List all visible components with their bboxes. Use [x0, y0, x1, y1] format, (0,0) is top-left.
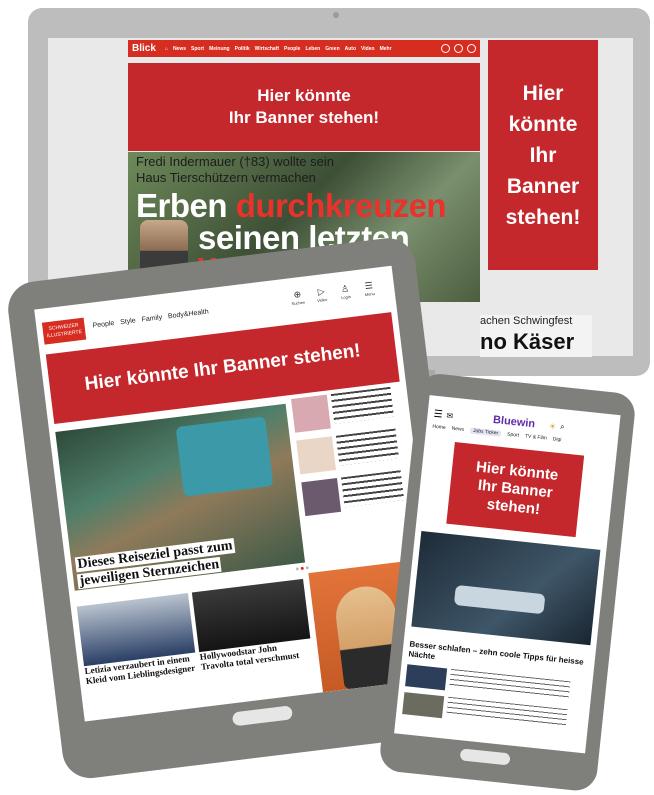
search-icon[interactable]: ⌕ [560, 422, 565, 432]
bed-shape [453, 584, 546, 615]
thumbnail [405, 664, 448, 691]
banner-text: Ihr [529, 143, 557, 167]
thumbnail [301, 477, 342, 517]
tablet-screen: SCHWEIZER ILLUSTRIERTE People Style Fami… [34, 265, 443, 722]
teaser-text [340, 470, 405, 508]
tab-sport[interactable]: Sport [507, 431, 520, 438]
video-icon[interactable]: ▷ Video [313, 286, 331, 304]
nav-item[interactable]: Green [325, 46, 339, 52]
tab-digi[interactable]: Digi [552, 436, 561, 443]
banner-placeholder-top[interactable]: Hier könnte Ihr Banner stehen! [128, 63, 480, 151]
webcam [333, 12, 339, 18]
list-item[interactable] [301, 469, 416, 517]
nav-item[interactable]: Meinung [209, 46, 230, 52]
schweizer-illustrierte-logo[interactable]: SCHWEIZER ILLUSTRIERTE [41, 317, 87, 345]
banner-text: Ihr Banner stehen! [228, 108, 380, 127]
menu-icon[interactable]: ☰ Menu [360, 280, 378, 298]
tablet-bottom-card[interactable]: Hollywoodstar John Travolta total versch… [191, 578, 313, 672]
nav-item[interactable]: Auto [345, 46, 356, 52]
tablet-hero-title: Dieses Reiseziel passt zum jeweiligen St… [74, 537, 238, 590]
thumbnail [291, 394, 331, 433]
phone-screen: ☰ ✉ Bluewin ☀ ⌕ Home News Jobs Ticker Sp… [394, 395, 621, 754]
menu-icon[interactable]: ☰ [433, 408, 443, 420]
thumbnail [402, 692, 445, 719]
tablet-hero-article[interactable]: Dieses Reiseziel passt zum jeweiligen St… [55, 403, 306, 591]
menu-icon[interactable] [467, 44, 476, 53]
nav-item[interactable]: People [284, 46, 300, 52]
hero-subtitle: Fredi Indermauer (†83) wollte sein Haus … [136, 154, 334, 186]
login-icon[interactable]: ♙ Login [336, 283, 354, 301]
bluewin-logo[interactable]: Bluewin [492, 414, 535, 430]
tab-family[interactable]: Family [141, 314, 162, 323]
tab-home[interactable]: Home [432, 424, 446, 431]
nav-item[interactable]: Sport [191, 46, 204, 52]
nav-item[interactable]: Mehr [380, 46, 392, 52]
teaser-headline: no Käser [480, 329, 575, 354]
home-icon[interactable]: ⌂ [165, 46, 168, 52]
tablet-home-button[interactable] [231, 705, 294, 727]
thumbnail [296, 436, 337, 475]
mail-icon[interactable]: ✉ [446, 411, 454, 421]
blick-logo[interactable]: Blick [132, 43, 156, 54]
tab-style[interactable]: Style [120, 317, 136, 326]
phone-hero-photo[interactable] [411, 531, 601, 646]
tablet-side-teasers [291, 385, 418, 524]
nav-item[interactable]: Politik [235, 46, 250, 52]
banner-placeholder-skyscraper[interactable]: Hier könnte Ihr Banner stehen! [488, 40, 598, 270]
list-item[interactable] [296, 427, 411, 475]
tablet-bottom-card[interactable]: Letizia verzaubert in einem Kleid vom Li… [76, 593, 198, 686]
teaser-article[interactable]: achen Schwingfest no Käser [480, 315, 592, 357]
banner-text: Banner [506, 174, 580, 198]
nav-item[interactable]: Leben [305, 46, 320, 52]
tab-people[interactable]: People [92, 320, 114, 330]
banner-placeholder-phone[interactable]: Hier könnte Ihr Banner stehen! [446, 442, 585, 538]
nav-item[interactable]: Wirtschaft [255, 46, 279, 52]
search-icon[interactable]: ⊕ Suchen [289, 289, 307, 307]
phone-teaser-list [402, 664, 587, 739]
hero-subtitle-line: Fredi Indermauer (†83) wollte sein [136, 154, 334, 169]
banner-text: Hier [522, 81, 564, 105]
banner-text: könnte [508, 112, 578, 136]
phone-home-button[interactable] [459, 748, 511, 766]
banner-text: Hier könnte [257, 86, 351, 105]
blick-navbar: Blick ⌂ News Sport Meinung Politik Wirts… [128, 40, 480, 57]
tablet-header-icons: ⊕ Suchen ▷ Video ♙ Login ☰ Menu [289, 280, 378, 307]
weather-icon[interactable]: ☀ [548, 421, 556, 431]
teaser-text [330, 386, 394, 424]
tablet-nav: People Style Family Body&Health [92, 308, 209, 329]
tab-body-health[interactable]: Body&Health [168, 308, 209, 320]
search-icon[interactable] [441, 44, 450, 53]
tab-tv-film[interactable]: TV & Film [525, 433, 547, 441]
hero-photo-pool [175, 416, 274, 497]
teaser-text [335, 428, 400, 466]
banner-text: stehen! [505, 205, 581, 229]
carousel-dots[interactable] [295, 566, 309, 571]
user-icon[interactable] [454, 44, 463, 53]
hero-subtitle-line: Haus Tierschützern vermachen [136, 170, 316, 185]
teaser-text: achen Schwingfest [480, 315, 573, 327]
tab-news[interactable]: News [451, 426, 464, 433]
nav-item[interactable]: News [173, 46, 186, 52]
phone-device: ☰ ✉ Bluewin ☀ ⌕ Home News Jobs Ticker Sp… [378, 372, 637, 793]
nav-item[interactable]: Video [361, 46, 375, 52]
